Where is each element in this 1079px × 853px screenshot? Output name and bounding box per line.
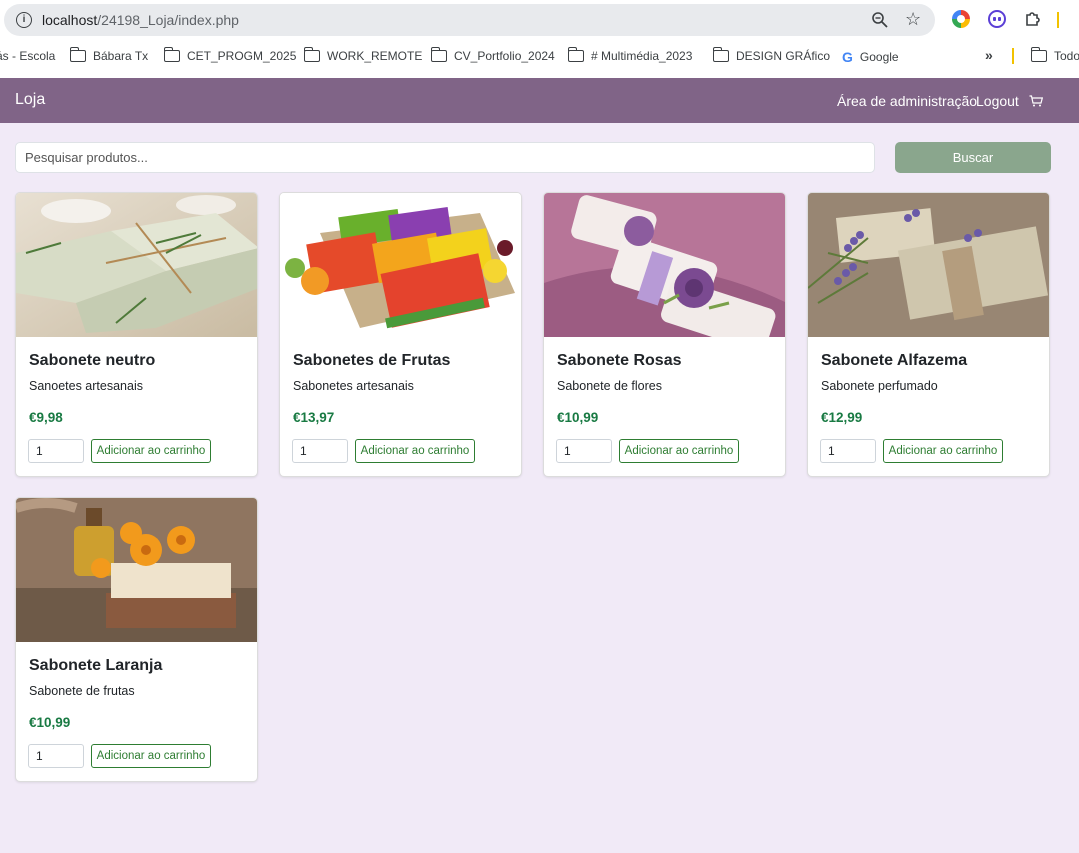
bookmark-label: CET_PROGM_2025 xyxy=(187,49,297,63)
logout-link[interactable]: Logout xyxy=(976,93,1019,109)
product-description: Sanoetes artesanais xyxy=(29,379,143,393)
bookmark-item[interactable]: Todo xyxy=(1030,47,1079,63)
bookmark-label: ás - Escola xyxy=(0,49,56,63)
product-card: Sabonete Rosas Sabonete de flores €10,99 Ad… xyxy=(543,192,786,477)
add-to-cart-button[interactable]: Adicionar ao carrinho xyxy=(355,439,475,463)
quantity-input[interactable] xyxy=(292,439,348,463)
bookmark-item[interactable]: DESIGN GRÁfico xyxy=(712,47,831,63)
bookmark-label: Google xyxy=(859,50,899,64)
cart-icon[interactable] xyxy=(1029,95,1043,107)
more-bookmarks-button[interactable]: » xyxy=(985,47,993,63)
site-info-icon[interactable]: i xyxy=(16,12,32,28)
add-to-cart-button[interactable]: Adicionar ao carrinho xyxy=(91,439,211,463)
product-price: €10,99 xyxy=(29,715,71,730)
google-icon: G xyxy=(842,49,853,65)
product-name: Sabonetes de Frutas xyxy=(293,352,451,369)
bookmark-item[interactable]: G Google xyxy=(842,49,899,65)
product-card: Sabonete neutro Sanoetes artesanais €9,98 A… xyxy=(15,192,258,477)
eyes-extension-icon[interactable] xyxy=(988,10,1006,28)
folder-icon xyxy=(712,47,729,62)
product-card: Sabonete Alfazema Sabonete perfumado €12,9… xyxy=(807,192,1050,477)
add-to-cart-button[interactable]: Adicionar ao carrinho xyxy=(883,439,1003,463)
product-name: Sabonete Alfazema xyxy=(821,352,968,369)
folder-icon xyxy=(430,47,447,62)
bookmark-label: Bábara Tx xyxy=(93,49,149,63)
product-name: Sabonete Laranja xyxy=(29,657,163,674)
bookmark-label: # Multimédia_2023 xyxy=(591,49,693,63)
folder-icon xyxy=(567,47,584,62)
bookmark-item[interactable]: CET_PROGM_2025 xyxy=(163,47,297,63)
product-card: Sabonetes de Frutas Sabonetes artesanais €… xyxy=(279,192,522,477)
bookmark-item[interactable]: WORK_REMOTE xyxy=(303,47,423,63)
address-bar[interactable]: i localhost/24198_Loja/index.php ☆ xyxy=(4,4,935,36)
quantity-input[interactable] xyxy=(28,439,84,463)
admin-area-link[interactable]: Área de administração xyxy=(837,93,977,109)
product-description: Sabonete de frutas xyxy=(29,684,135,698)
product-price: €12,99 xyxy=(821,410,863,425)
product-description: Sabonete perfumado xyxy=(821,379,938,393)
folder-icon xyxy=(303,47,320,62)
quantity-input[interactable] xyxy=(820,439,876,463)
color-picker-extension-icon[interactable] xyxy=(952,10,970,28)
extensions-puzzle-icon[interactable] xyxy=(1024,10,1042,28)
bookmark-item[interactable]: Bábara Tx xyxy=(69,47,149,63)
product-price: €10,99 xyxy=(557,410,599,425)
address-url[interactable]: localhost/24198_Loja/index.php xyxy=(42,12,239,28)
product-price: €9,98 xyxy=(29,410,63,425)
bookmark-item[interactable]: CV_Portfolio_2024 xyxy=(430,47,555,63)
lavender-soap-image xyxy=(808,193,1049,337)
quantity-input[interactable] xyxy=(28,744,84,768)
product-price: €13,97 xyxy=(293,410,335,425)
bookmark-label: CV_Portfolio_2024 xyxy=(454,49,555,63)
quantity-input[interactable] xyxy=(556,439,612,463)
product-description: Sabonetes artesanais xyxy=(293,379,414,393)
add-to-cart-button[interactable]: Adicionar ao carrinho xyxy=(619,439,739,463)
bookmarks-divider xyxy=(1012,48,1014,64)
bookmark-label: WORK_REMOTE xyxy=(327,49,423,63)
search-input[interactable] xyxy=(15,142,875,173)
folder-icon xyxy=(69,47,86,62)
rose-soap-image xyxy=(544,193,785,337)
folder-icon xyxy=(163,47,180,62)
bookmark-item[interactable]: ás - Escola xyxy=(0,49,55,63)
product-name: Sabonete Rosas xyxy=(557,352,682,369)
product-card: Sabonete Laranja Sabonete de frutas €10,99… xyxy=(15,497,258,782)
bookmark-label: Todo xyxy=(1054,49,1079,63)
zoom-icon[interactable] xyxy=(871,11,889,29)
product-name: Sabonete neutro xyxy=(29,352,156,369)
product-description: Sabonete de flores xyxy=(557,379,662,393)
search-button[interactable]: Buscar xyxy=(895,142,1051,173)
add-to-cart-button[interactable]: Adicionar ao carrinho xyxy=(91,744,211,768)
bookmarks-bar: ás - Escola Bábara Tx CET_PROGM_2025 WORK_R… xyxy=(0,44,1079,70)
folder-icon xyxy=(1030,47,1047,62)
store-brand-link[interactable]: Loja xyxy=(15,91,45,109)
browser-chrome: i localhost/24198_Loja/index.php ☆ ás - … xyxy=(0,0,1079,78)
bookmark-star-icon[interactable]: ☆ xyxy=(905,9,921,30)
fruit-soap-image xyxy=(280,193,521,337)
store-navbar: Loja Área de administração Logout xyxy=(0,78,1079,123)
orange-soap-image xyxy=(16,498,257,642)
bookmark-label: DESIGN GRÁfico xyxy=(736,49,831,63)
bookmark-item[interactable]: # Multimédia_2023 xyxy=(567,47,693,63)
toolbar-divider xyxy=(1057,12,1059,28)
neutral-soap-image xyxy=(16,193,257,337)
